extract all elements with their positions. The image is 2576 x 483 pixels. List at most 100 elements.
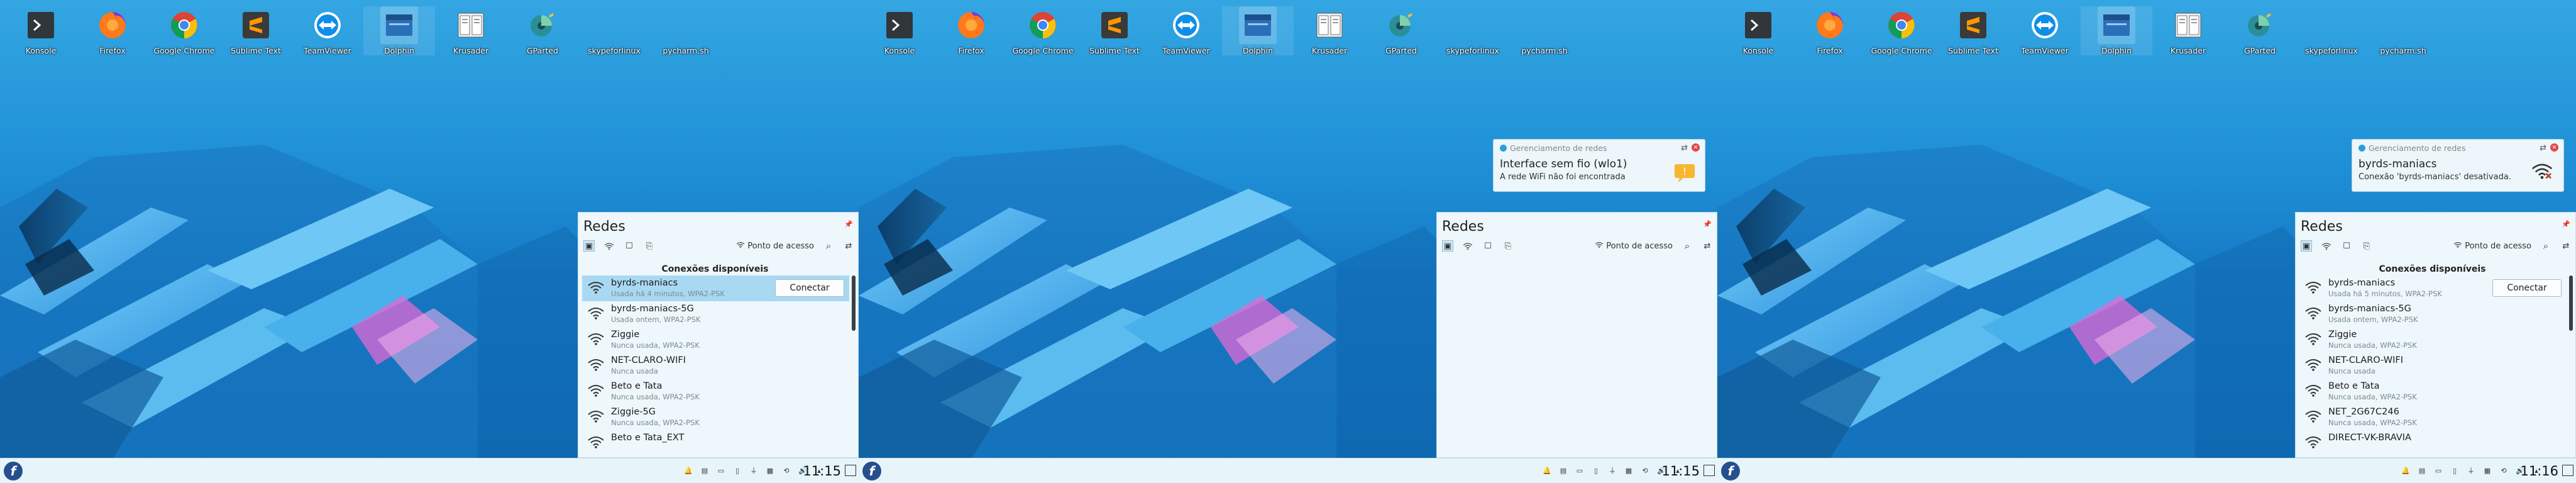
network-row[interactable]: Beto e Tata_EXT xyxy=(582,430,849,456)
updates-icon[interactable]: ⟲ xyxy=(2498,465,2509,476)
usb-icon[interactable]: ⏚ xyxy=(1607,465,1618,476)
desktop-icon-sublime-text[interactable]: Sublime Text xyxy=(220,6,292,55)
network-icon[interactable]: ▦ xyxy=(1623,465,1634,476)
scrollbar[interactable] xyxy=(2569,275,2573,331)
close-icon[interactable]: ✕ xyxy=(1692,143,1700,152)
desktop-icon-teamviewer[interactable]: TeamViewer xyxy=(1150,6,1222,55)
desktop-icon-pycharm-sh[interactable]: pycharm.sh xyxy=(2367,6,2439,55)
desktop-icon-gparted[interactable]: GParted xyxy=(1365,6,1437,55)
mobile-broadband-icon[interactable]: ☐ xyxy=(624,240,635,252)
mobile-broadband-icon[interactable]: ☐ xyxy=(2341,240,2352,252)
clipboard-icon[interactable]: ▤ xyxy=(1558,465,1569,476)
mobile-broadband-icon[interactable]: ☐ xyxy=(1482,240,1494,252)
hotspot-button[interactable]: Ponto de acesso xyxy=(736,242,814,251)
scrollbar[interactable] xyxy=(852,275,856,331)
search-icon[interactable]: ⌕ xyxy=(1682,240,1693,252)
airplane-mode-icon[interactable]: ⎘ xyxy=(644,240,655,252)
clipboard-icon[interactable]: ▤ xyxy=(2416,465,2428,476)
clock[interactable]: 11:16 xyxy=(2520,464,2558,479)
desktop-icon-krusader[interactable]: Krusader xyxy=(1294,6,1365,55)
network-row[interactable]: NET-CLARO-WIFI Nunca usada xyxy=(2299,353,2567,379)
airplane-mode-icon[interactable]: ⎘ xyxy=(2361,240,2372,252)
airplane-mode-icon[interactable]: ⎘ xyxy=(1502,240,1514,252)
clock[interactable]: 11:15 xyxy=(1661,464,1700,479)
pin-icon[interactable]: 📌 xyxy=(2562,220,2570,228)
battery-icon[interactable]: ▭ xyxy=(1574,465,1585,476)
show-desktop-icon[interactable] xyxy=(845,465,856,476)
network-row[interactable]: byrds-maniacs-5G Usada ontem, WPA2-PSK xyxy=(582,301,849,327)
network-row[interactable]: Ziggie-5G Nunca usada, WPA2-PSK xyxy=(582,404,849,430)
pin-icon[interactable]: 📌 xyxy=(844,220,853,228)
desktop-icon-google-chrome[interactable]: Google Chrome xyxy=(1007,6,1079,55)
desktop-icon-teamviewer[interactable]: TeamViewer xyxy=(2009,6,2081,55)
network-row[interactable]: byrds-maniacs Usada há 4 minutos, WPA2-PS… xyxy=(582,275,849,301)
notifications-icon[interactable]: 🔔 xyxy=(683,465,694,476)
devices-icon[interactable]: ▯ xyxy=(2449,465,2460,476)
devices-icon[interactable]: ▯ xyxy=(1590,465,1602,476)
ethernet-toggle-icon[interactable]: ▣ xyxy=(583,240,595,252)
desktop-icon-pycharm-sh[interactable]: pycharm.sh xyxy=(1509,6,1580,55)
desktop-icon-skypeforlinux[interactable]: skypeforlinux xyxy=(2296,6,2367,55)
desktop-icon-teamviewer[interactable]: TeamViewer xyxy=(292,6,363,55)
desktop-icon-sublime-text[interactable]: Sublime Text xyxy=(1079,6,1150,55)
configure-icon[interactable]: ⇄ xyxy=(2540,143,2546,153)
desktop-icon-dolphin[interactable]: Dolphin xyxy=(363,6,435,55)
updates-icon[interactable]: ⟲ xyxy=(1639,465,1651,476)
fedora-launcher-icon[interactable]: f xyxy=(862,462,881,480)
desktop-icon-gparted[interactable]: GParted xyxy=(507,6,578,55)
search-icon[interactable]: ⌕ xyxy=(2540,240,2551,252)
refresh-icon[interactable]: ⇄ xyxy=(2560,240,2572,252)
show-desktop-icon[interactable] xyxy=(2562,465,2573,476)
wifi-toggle-icon[interactable] xyxy=(1462,240,1473,252)
desktop-icon-skypeforlinux[interactable]: skypeforlinux xyxy=(578,6,650,55)
desktop-icon-firefox[interactable]: Firefox xyxy=(1794,6,1866,55)
desktop-icon-skypeforlinux[interactable]: skypeforlinux xyxy=(1437,6,1509,55)
wifi-toggle-icon[interactable] xyxy=(603,240,615,252)
devices-icon[interactable]: ▯ xyxy=(732,465,743,476)
desktop-icon-gparted[interactable]: GParted xyxy=(2224,6,2296,55)
network-row[interactable]: byrds-maniacs-5G Usada ontem, WPA2-PSK xyxy=(2299,301,2567,327)
ethernet-toggle-icon[interactable]: ▣ xyxy=(1442,240,1453,252)
close-icon[interactable]: ✕ xyxy=(2550,143,2558,152)
battery-icon[interactable]: ▭ xyxy=(715,465,727,476)
desktop-icon-google-chrome[interactable]: Google Chrome xyxy=(1866,6,1937,55)
wifi-toggle-icon[interactable] xyxy=(2321,240,2332,252)
notifications-icon[interactable]: 🔔 xyxy=(1541,465,1553,476)
usb-icon[interactable]: ⏚ xyxy=(748,465,759,476)
configure-icon[interactable]: ⇄ xyxy=(1681,143,1688,153)
network-row[interactable]: byrds-maniacs Usada há 5 minutos, WPA2-PS… xyxy=(2299,275,2567,301)
fedora-launcher-icon[interactable]: f xyxy=(4,462,23,480)
hotspot-button[interactable]: Ponto de acesso xyxy=(1595,242,1673,251)
clock[interactable]: 11:15 xyxy=(803,464,841,479)
desktop-icon-sublime-text[interactable]: Sublime Text xyxy=(1937,6,2009,55)
desktop-icon-konsole[interactable]: Konsole xyxy=(864,6,935,55)
ethernet-toggle-icon[interactable]: ▣ xyxy=(2301,240,2312,252)
usb-icon[interactable]: ⏚ xyxy=(2465,465,2477,476)
network-icon[interactable]: ▦ xyxy=(2482,465,2493,476)
network-row[interactable]: Ziggie Nunca usada, WPA2-PSK xyxy=(582,327,849,353)
clipboard-icon[interactable]: ▤ xyxy=(699,465,710,476)
desktop-icon-konsole[interactable]: Konsole xyxy=(1722,6,1794,55)
network-row[interactable]: NET_2G67C246 Nunca usada, WPA2-PSK xyxy=(2299,404,2567,430)
connect-button[interactable]: Conectar xyxy=(775,279,844,297)
fedora-launcher-icon[interactable]: f xyxy=(1721,462,1740,480)
network-row[interactable]: DIRECT-VK-BRAVIA xyxy=(2299,430,2567,456)
updates-icon[interactable]: ⟲ xyxy=(781,465,792,476)
network-icon[interactable]: ▦ xyxy=(764,465,776,476)
desktop-icon-pycharm-sh[interactable]: pycharm.sh xyxy=(650,6,722,55)
notifications-icon[interactable]: 🔔 xyxy=(2400,465,2411,476)
refresh-icon[interactable]: ⇄ xyxy=(843,240,854,252)
desktop-icon-krusader[interactable]: Krusader xyxy=(435,6,507,55)
pin-icon[interactable]: 📌 xyxy=(1703,220,1712,228)
network-row[interactable]: NET-CLARO-WIFI Nunca usada xyxy=(582,353,849,379)
network-row[interactable]: Beto e Tata Nunca usada, WPA2-PSK xyxy=(582,379,849,404)
show-desktop-icon[interactable] xyxy=(1704,465,1715,476)
desktop-icon-firefox[interactable]: Firefox xyxy=(77,6,148,55)
desktop-icon-krusader[interactable]: Krusader xyxy=(2152,6,2224,55)
network-row[interactable]: Ziggie Nunca usada, WPA2-PSK xyxy=(2299,327,2567,353)
desktop-icon-dolphin[interactable]: Dolphin xyxy=(2081,6,2152,55)
search-icon[interactable]: ⌕ xyxy=(823,240,834,252)
connect-button[interactable]: Conectar xyxy=(2492,279,2562,297)
refresh-icon[interactable]: ⇄ xyxy=(1702,240,1713,252)
desktop-icon-konsole[interactable]: Konsole xyxy=(5,6,77,55)
